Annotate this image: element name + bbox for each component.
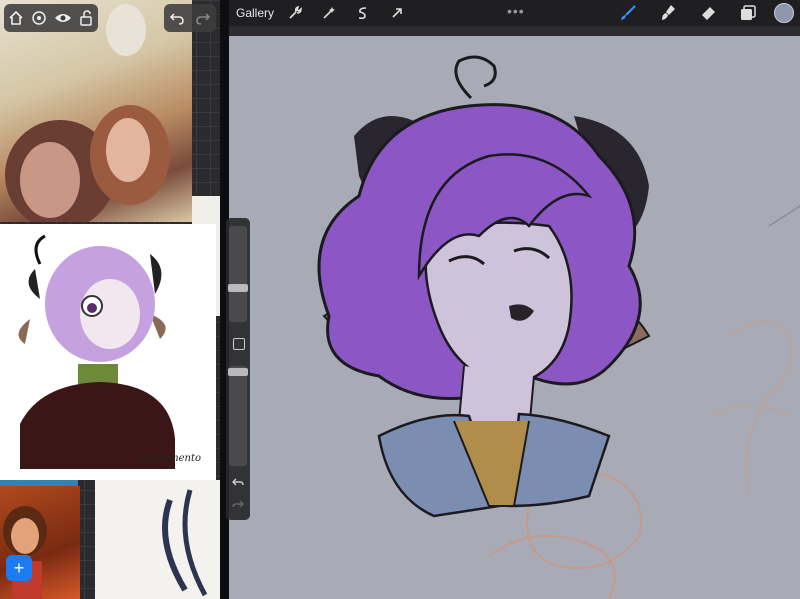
magic-wand-icon[interactable] [318,2,340,24]
painting-tools [600,0,800,26]
reference-undo-toolbar [164,4,216,32]
selection-icon[interactable] [352,2,374,24]
canvas-artwork [317,55,800,599]
portraits-artwork [5,4,170,222]
home-icon[interactable] [6,8,26,28]
layers-icon[interactable] [736,2,760,24]
redo-icon[interactable] [193,8,213,28]
artist-signature: Sacramento [140,453,202,464]
plus-icon: + [13,558,25,578]
brush-sidebar [226,218,250,520]
reference-image-portraits[interactable] [0,0,192,222]
reference-image-orange[interactable] [0,486,80,599]
top-toolbar: Gallery ••• [229,0,800,26]
orange-character-artwork [3,506,47,599]
reference-image-sketch[interactable] [95,480,220,599]
reference-toolbar [4,4,98,32]
undo-icon[interactable] [167,8,187,28]
current-color-swatch[interactable] [774,3,794,23]
undo-icon[interactable] [231,476,245,490]
eye-icon[interactable] [53,8,73,28]
brush-size-track[interactable] [229,226,247,322]
smudge-icon[interactable] [656,2,680,24]
modify-button[interactable] [233,338,245,350]
sketch-artwork [162,489,208,597]
redo-icon[interactable] [231,498,245,512]
transform-arrow-icon[interactable] [386,2,408,24]
brush-icon[interactable] [616,2,640,24]
canvas-pane: Gallery ••• [226,0,800,599]
add-reference-button[interactable]: + [6,555,32,581]
drawing-canvas[interactable] [229,36,800,599]
gallery-button[interactable]: Gallery [236,6,274,20]
reference-pane: Sacramento + [0,0,220,599]
brush-size-slider[interactable] [228,284,248,292]
opacity-slider[interactable] [228,368,248,376]
eraser-icon[interactable] [696,2,720,24]
adjust-icon[interactable] [29,8,49,28]
more-options-handle[interactable]: ••• [507,3,525,19]
wrench-icon[interactable] [284,2,306,24]
character-sketch-artwork [18,234,175,469]
opacity-track[interactable] [229,366,247,466]
reference-image-character[interactable]: Sacramento [0,224,216,480]
unlock-icon[interactable] [76,8,96,28]
